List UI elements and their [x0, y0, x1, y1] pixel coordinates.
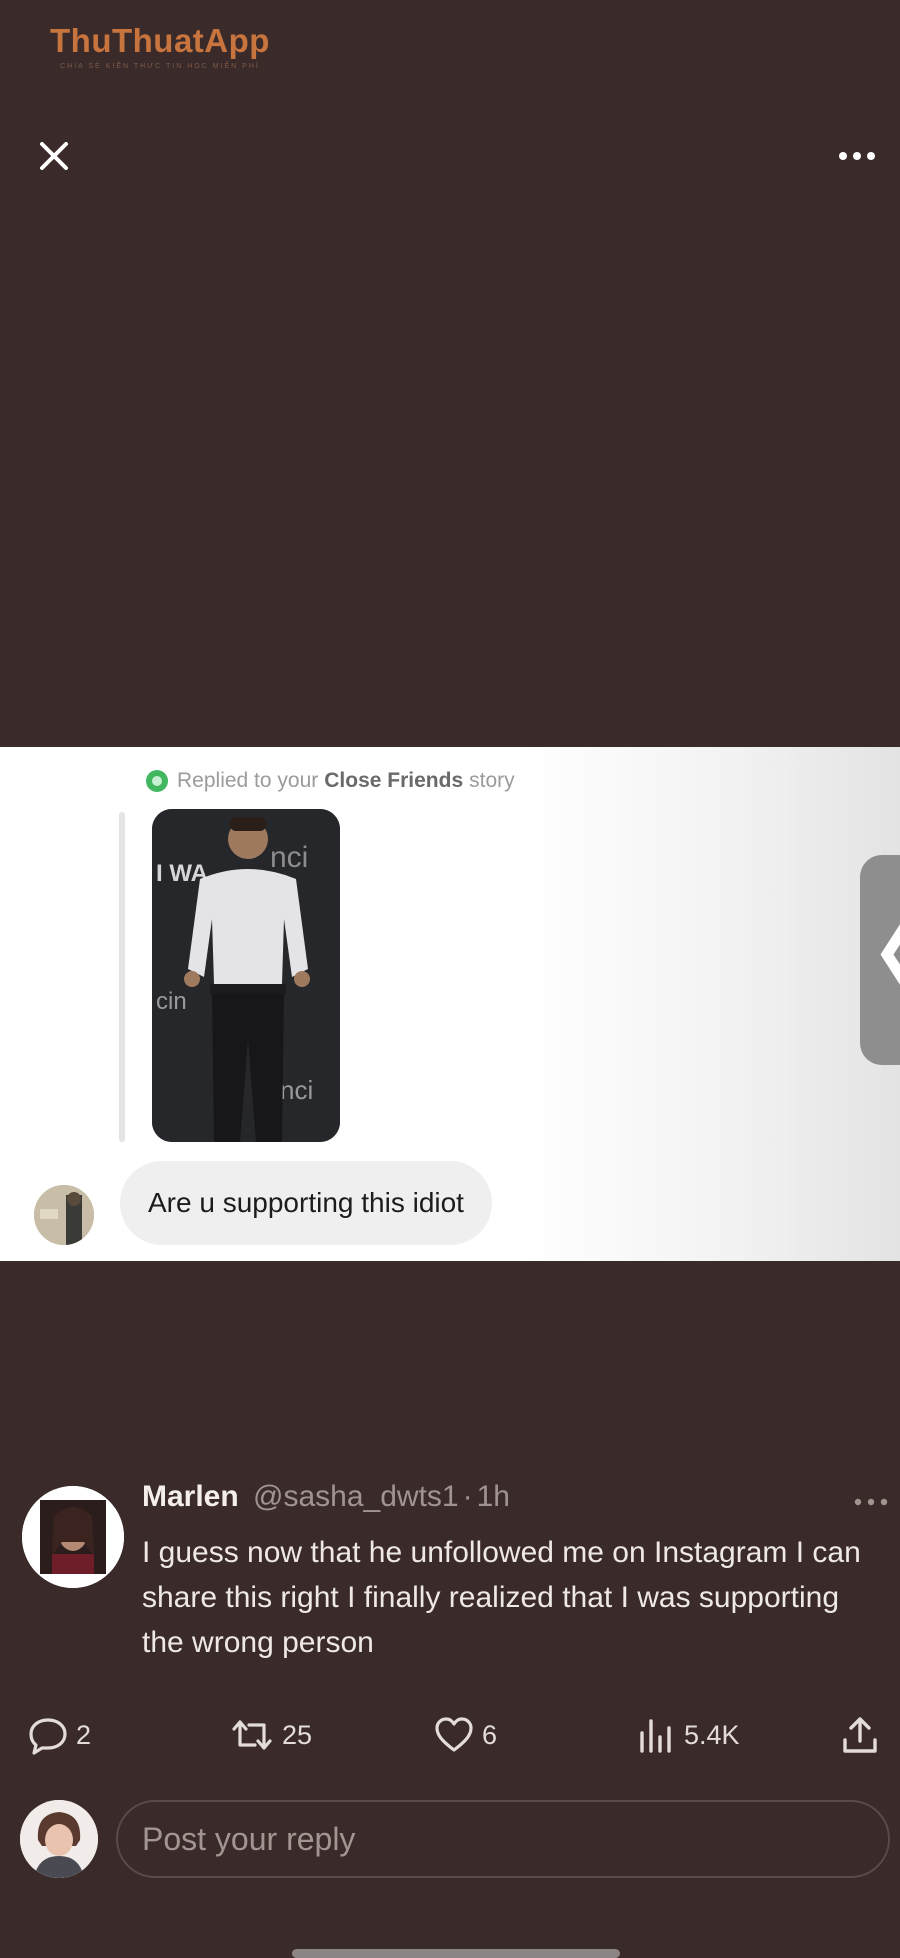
- more-horizontal-icon: [839, 152, 875, 160]
- author-name[interactable]: Marlen: [142, 1480, 239, 1513]
- current-user-avatar-image: [20, 1800, 98, 1878]
- sender-avatar-image: [34, 1185, 94, 1245]
- story-label-suffix: story: [469, 769, 515, 792]
- watermark-title: ThuThuatApp: [50, 22, 270, 59]
- reply-thread-line: [119, 812, 125, 1142]
- close-icon: [40, 142, 68, 170]
- sender-avatar[interactable]: [34, 1185, 94, 1245]
- reply-icon: [29, 1718, 67, 1755]
- attached-media[interactable]: Replied to your Close Friends story I WA…: [0, 747, 900, 1261]
- views-icon: [640, 1719, 671, 1753]
- share-button[interactable]: [838, 1710, 888, 1760]
- like-count: 6: [482, 1719, 498, 1750]
- heart-icon: [435, 1717, 473, 1752]
- story-label-bold: Close Friends: [324, 769, 464, 792]
- author-handle[interactable]: @sasha_dwts1: [253, 1480, 459, 1513]
- tweet-text: I guess now that he unfollowed me on Ins…: [142, 1536, 861, 1659]
- message-bubble: Are u supporting this idiot: [120, 1161, 492, 1245]
- tweet-header: Marlen @sasha_dwts1 · 1h: [142, 1480, 510, 1514]
- close-button[interactable]: [34, 136, 74, 176]
- media-edge-handle[interactable]: ❮: [860, 855, 900, 1065]
- tweet-actions: 2 25 6 5.4K: [0, 1710, 900, 1760]
- views-count: 5.4K: [684, 1719, 740, 1750]
- retweet-icon: [232, 1720, 272, 1750]
- current-user-avatar[interactable]: [20, 1800, 98, 1878]
- reply-input[interactable]: [116, 1800, 890, 1878]
- author-avatar-image: [22, 1486, 124, 1588]
- tweet-more-button[interactable]: [850, 1492, 892, 1512]
- header-separator: ·: [462, 1480, 473, 1513]
- more-options-button[interactable]: [834, 144, 880, 168]
- retweet-button[interactable]: 25: [228, 1710, 312, 1760]
- svg-text:nci: nci: [270, 841, 308, 874]
- story-label-prefix: Replied to your: [177, 769, 319, 792]
- share-icon: [843, 1717, 877, 1753]
- more-horizontal-icon: [854, 1498, 888, 1506]
- home-indicator[interactable]: [292, 1949, 620, 1958]
- app-screen: ThuThuatApp CHIA SẺ KIẾN THỨC TIN HỌC MI…: [0, 0, 900, 1958]
- views-button[interactable]: 5.4K: [636, 1710, 740, 1760]
- story-thumbnail[interactable]: I WA nci cin nci: [152, 809, 340, 1142]
- story-reply-label: Replied to your Close Friends story: [146, 769, 515, 793]
- reply-button[interactable]: 2: [26, 1710, 91, 1760]
- story-thumbnail-image: I WA nci cin nci: [152, 809, 340, 1142]
- like-button[interactable]: 6: [432, 1710, 497, 1760]
- tweet-timestamp[interactable]: 1h: [477, 1480, 510, 1513]
- author-avatar[interactable]: [22, 1486, 124, 1588]
- watermark-subtitle: CHIA SẺ KIẾN THỨC TIN HỌC MIỄN PHÍ: [60, 63, 260, 70]
- reply-count: 2: [76, 1719, 92, 1750]
- svg-text:cin: cin: [156, 988, 187, 1015]
- retweet-count: 25: [282, 1719, 313, 1750]
- close-friends-icon: [146, 770, 168, 792]
- chevron-left-icon: ❮: [872, 915, 900, 985]
- watermark-logo: ThuThuatApp CHIA SẺ KIẾN THỨC TIN HỌC MI…: [50, 22, 270, 71]
- svg-text:nci: nci: [280, 1075, 313, 1105]
